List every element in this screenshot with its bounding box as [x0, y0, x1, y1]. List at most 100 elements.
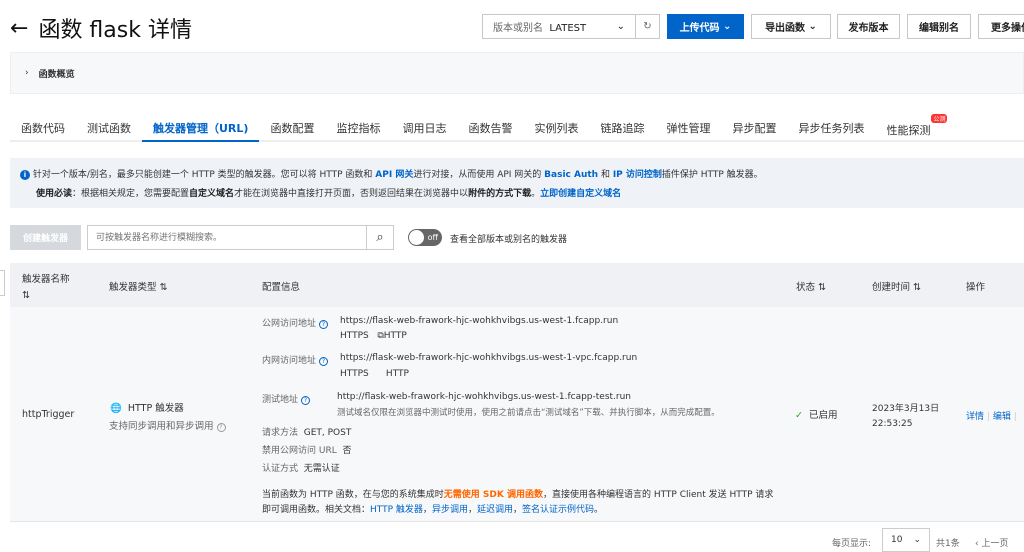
create-trigger-button[interactable]: 创建触发器 — [10, 225, 81, 250]
chevron-right-icon: › — [25, 68, 29, 78]
chevron-down-icon: ⌄ — [913, 535, 921, 545]
https-link[interactable]: HTTPS — [340, 331, 369, 341]
arrow-left-icon[interactable]: ← — [10, 16, 28, 41]
col-label: 触发器类型 — [109, 282, 157, 293]
status-text: 已启用 — [809, 410, 838, 421]
test-url-link[interactable]: http://flask-web-frawork-hjc-wohkhvibgs.… — [337, 392, 631, 402]
tab-function-config[interactable]: 函数配置 — [259, 108, 325, 142]
create-custom-domain-link[interactable]: 立即创建自定义域名 — [540, 189, 621, 199]
doc-link-async[interactable]: 异步调用 — [432, 505, 468, 515]
refresh-button[interactable]: ↻ — [635, 14, 660, 39]
help-icon[interactable]: ? — [319, 357, 329, 366]
refresh-icon: ↻ — [643, 21, 652, 32]
ip-access-control-link[interactable]: IP 访问控制 — [613, 170, 662, 180]
notice-text: 针对一个版本/别名，最多只能创建一个 HTTP 类型的触发器。您可以将 HTTP… — [32, 170, 376, 180]
info-icon: i — [20, 170, 30, 180]
detail-link[interactable]: 详情 — [966, 412, 984, 422]
tab-async-config[interactable]: 异步配置 — [721, 108, 787, 142]
page-header: ← 函数 flask 详情 — [10, 12, 192, 44]
col-name[interactable]: 触发器名称 ⇅ — [22, 272, 72, 304]
api-gateway-link[interactable]: API 网关 — [375, 170, 413, 180]
overview-label: 函数概览 — [38, 69, 75, 80]
method-row: 请求方法 GET, POST — [262, 425, 351, 438]
internal-url-label: 内网访问地址? — [262, 353, 329, 366]
tab-scaling[interactable]: 弹性管理 — [655, 108, 721, 142]
test-url-label: 测试地址? — [262, 392, 311, 405]
desc-text: ，直接使用各种编程语言的 HTTP Client 发送 HTTP 请求 — [542, 490, 774, 500]
publish-version-button[interactable]: 发布版本 — [837, 14, 900, 39]
edit-link[interactable]: 编辑 — [993, 412, 1011, 422]
public-url-link[interactable]: https://flask-web-frawork-hjc-wohkhvibgs… — [340, 316, 618, 326]
label-text: 禁用公网访问 URL — [262, 446, 337, 456]
label-text: 测试地址 — [262, 395, 299, 405]
http-link[interactable]: HTTP — [384, 331, 407, 341]
sort-icon[interactable]: ⇅ — [22, 290, 30, 301]
version-select[interactable]: 版本或别名 LATEST ⌄ — [482, 14, 636, 39]
more-actions-button[interactable]: 更多操作 — [978, 14, 1024, 39]
sort-icon[interactable]: ⇅ — [160, 282, 168, 293]
tab-instances[interactable]: 实例列表 — [523, 108, 589, 142]
total-count: 共1条 — [936, 539, 960, 549]
tab-performance-probe[interactable]: 性能探测 公测 — [875, 108, 948, 142]
tab-async-tasks[interactable]: 异步任务列表 — [787, 108, 875, 142]
notice-text: 才能在浏览器中直接打开页面，否则返回结果在浏览器中以 — [234, 189, 469, 199]
sort-icon[interactable]: ⇅ — [818, 282, 826, 293]
per-page-select[interactable]: 10 ⌄ — [882, 528, 930, 552]
doc-link-delayed[interactable]: 延迟调用 — [477, 505, 513, 515]
internal-protocols: HTTPS HTTP — [340, 369, 409, 379]
doc-link-signature[interactable]: 签名认证示例代码 — [522, 505, 594, 515]
help-icon[interactable]: ? — [216, 423, 226, 432]
type-sub-text: 支持同步调用和异步调用 — [109, 421, 214, 432]
help-icon[interactable]: ? — [319, 320, 329, 329]
side-handle[interactable] — [0, 270, 5, 296]
search-button[interactable]: ⌕ — [366, 225, 394, 250]
table-row: httpTrigger 🌐 HTTP 触发器 支持同步调用和异步调用? 公网访问… — [10, 307, 1024, 522]
label-text: 内网访问地址 — [262, 356, 317, 366]
http-link[interactable]: HTTP — [386, 369, 409, 379]
trigger-name: httpTrigger — [22, 409, 75, 420]
edit-alias-button[interactable]: 编辑别名 — [907, 14, 971, 39]
col-type[interactable]: 触发器类型 ⇅ — [109, 279, 168, 293]
col-config: 配置信息 — [262, 282, 301, 293]
disable-value: 否 — [342, 446, 352, 456]
version-label: 版本或别名 — [493, 23, 543, 34]
label-text: 公网访问地址 — [262, 319, 317, 329]
upload-code-button[interactable]: 上传代码 ⌄ — [667, 14, 744, 39]
col-label: 触发器名称 — [22, 274, 70, 285]
tab-test-function[interactable]: 测试函数 — [76, 108, 142, 142]
separator: ， — [512, 505, 522, 515]
tab-label: 性能探测 — [886, 124, 931, 137]
col-status[interactable]: 状态 ⇅ — [796, 279, 826, 293]
basic-auth-link[interactable]: Basic Auth — [544, 170, 598, 180]
notice-bold: 附件的方式下载 — [468, 189, 532, 199]
trigger-type: 🌐 HTTP 触发器 — [110, 400, 184, 414]
help-icon[interactable]: ? — [301, 396, 311, 405]
col-actions: 操作 — [966, 282, 986, 293]
doc-link-http-trigger[interactable]: HTTP 触发器 — [370, 505, 423, 515]
show-all-toggle[interactable]: off — [408, 229, 442, 246]
tab-alerts[interactable]: 函数告警 — [457, 108, 523, 142]
per-page-label: 每页显示: — [832, 539, 872, 549]
desc-text: 当前函数为 HTTP 函数，在与您的系统集成时 — [262, 490, 444, 500]
https-link[interactable]: HTTPS — [340, 369, 369, 379]
notice-text: 。 — [531, 189, 541, 199]
desc-highlight: 无需使用 SDK 调用函数 — [443, 490, 543, 500]
internal-url-link[interactable]: https://flask-web-frawork-hjc-wohkhvibgs… — [340, 353, 637, 363]
tab-metrics[interactable]: 监控指标 — [325, 108, 391, 142]
col-created[interactable]: 创建时间 ⇅ — [872, 279, 921, 293]
prev-page-button[interactable]: ‹ 上一页 — [975, 536, 1009, 549]
type-sub: 支持同步调用和异步调用? — [109, 418, 226, 432]
tab-logs[interactable]: 调用日志 — [391, 108, 457, 142]
desc-text: 即可调用函数。相关文档： — [262, 505, 371, 515]
col-label: 状态 — [796, 282, 816, 293]
status: ✓ 已启用 — [795, 407, 838, 421]
tab-tracing[interactable]: 链路追踪 — [589, 108, 655, 142]
trigger-search-input[interactable] — [87, 225, 367, 250]
per-page-value: 10 — [891, 535, 903, 545]
method-value: GET, POST — [303, 428, 352, 438]
tab-trigger-management[interactable]: 触发器管理（URL) — [142, 108, 260, 142]
sort-icon[interactable]: ⇅ — [913, 282, 921, 293]
tab-function-code[interactable]: 函数代码 — [10, 108, 76, 142]
function-overview-toggle[interactable]: › 函数概览 — [10, 52, 1024, 94]
export-function-button[interactable]: 导出函数 ⌄ — [751, 14, 831, 39]
